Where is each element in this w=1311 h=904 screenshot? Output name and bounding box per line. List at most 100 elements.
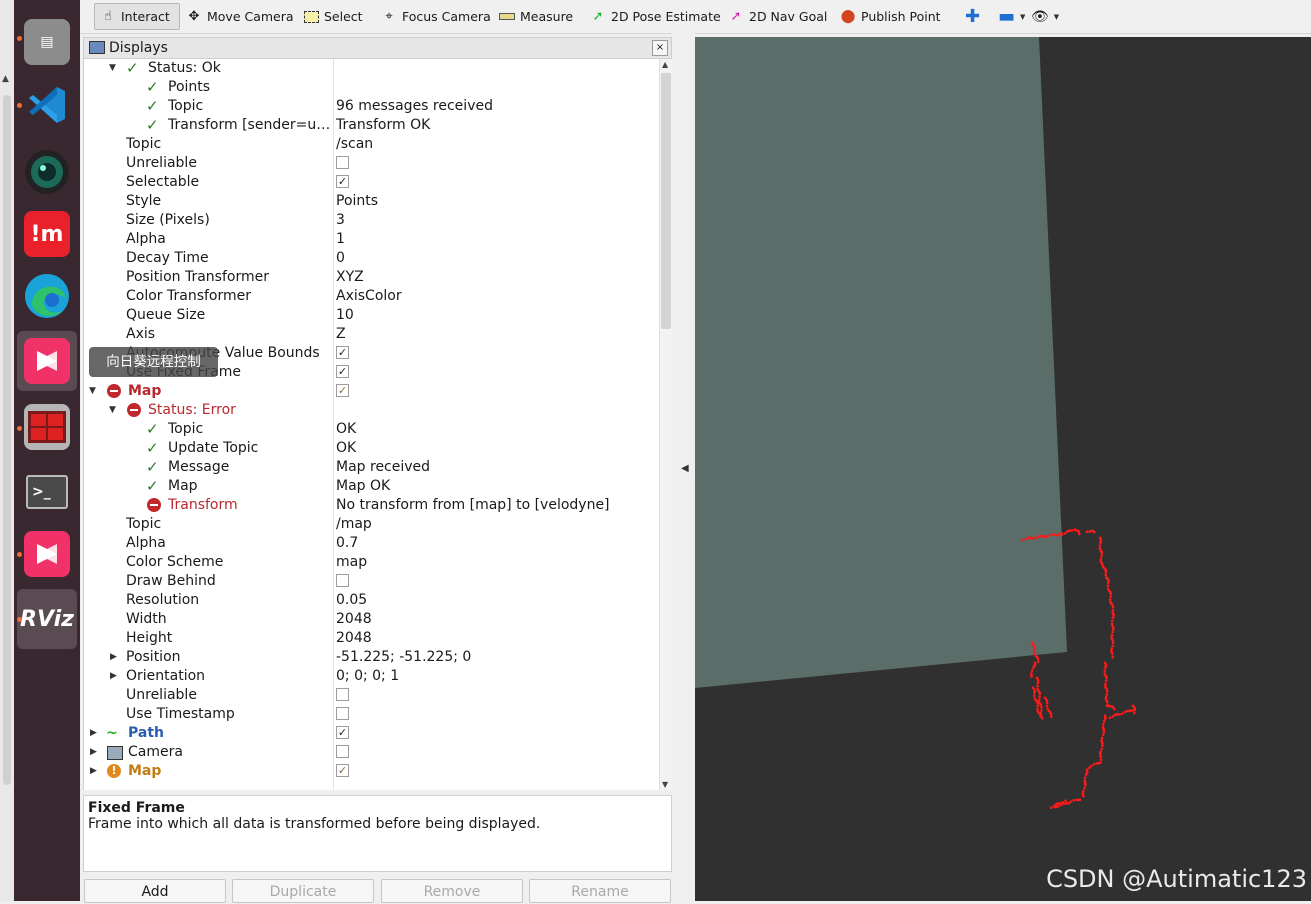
tree-row[interactable]: Position Transformer XYZ	[84, 268, 660, 287]
queue-size-value[interactable]: 10	[336, 306, 354, 325]
tree-row[interactable]: ▶ Orientation 0; 0; 0; 1	[84, 667, 660, 686]
position-transformer-value[interactable]: XYZ	[336, 268, 364, 287]
alpha-value[interactable]: 1	[336, 230, 345, 249]
topic-value[interactable]: /scan	[336, 135, 373, 154]
rename-button[interactable]: Rename	[529, 879, 671, 903]
color-transformer-value[interactable]: AxisColor	[336, 287, 402, 306]
autocompute-checkbox[interactable]: ✓	[336, 346, 349, 359]
select-tool[interactable]: Select	[298, 3, 368, 30]
expand-right-icon[interactable]: ▶	[110, 648, 117, 667]
tree-row[interactable]: Selectable ✓	[84, 173, 660, 192]
tree-row[interactable]: ▶! Map ✓	[84, 762, 660, 781]
expand-right-icon[interactable]: ▶	[90, 743, 97, 762]
expand-down-icon[interactable]: ▼	[109, 59, 116, 78]
tree-row[interactable]: ▼ ✓ Status: Ok	[84, 59, 660, 78]
add-tool-button[interactable]: ✚	[960, 3, 985, 30]
tree-row[interactable]: ✓ Update Topic OK	[84, 439, 660, 458]
tree-row[interactable]: ▼ Map ✓	[84, 382, 660, 401]
tree-row[interactable]: ▶ ~ Path ✓	[84, 724, 660, 743]
tree-row[interactable]: Resolution 0.05	[84, 591, 660, 610]
interact-tool[interactable]: ☝ Interact	[94, 3, 180, 30]
axis-value[interactable]: Z	[336, 325, 346, 344]
view-options-button[interactable]: 👁 ▼	[1026, 3, 1064, 30]
expand-down-icon[interactable]: ▼	[89, 382, 96, 401]
map-topic-value[interactable]: /map	[336, 515, 372, 534]
tree-row[interactable]: ✓ Map Map OK	[84, 477, 660, 496]
sunlogin-app-2[interactable]	[17, 524, 77, 584]
measure-tool[interactable]: Measure	[494, 3, 578, 30]
tree-row[interactable]: Style Points	[84, 192, 660, 211]
monitor-app[interactable]	[17, 397, 77, 457]
tree-row[interactable]: Alpha 0.7	[84, 534, 660, 553]
tree-row[interactable]: Unreliable	[84, 686, 660, 705]
tree-row[interactable]: Color Transformer AxisColor	[84, 287, 660, 306]
remove-button[interactable]: Remove	[381, 879, 523, 903]
unreliable-checkbox[interactable]	[336, 156, 349, 169]
selectable-checkbox[interactable]: ✓	[336, 175, 349, 188]
tree-scrollbar[interactable]: ▲ ▼	[659, 59, 673, 790]
remove-tool-button[interactable]: ▬ ▼	[993, 3, 1030, 30]
publish-point-tool[interactable]: ⬤ Publish Point	[835, 3, 946, 30]
decay-time-value[interactable]: 0	[336, 249, 345, 268]
expand-right-icon[interactable]: ▶	[90, 724, 97, 743]
mindmaster-app[interactable]: !m	[17, 204, 77, 264]
files-app[interactable]: ▤	[17, 12, 77, 72]
tree-row[interactable]: Topic/map	[84, 515, 660, 534]
3d-render-view[interactable]: CSDN @Autimatic123	[695, 37, 1311, 901]
map-unreliable-checkbox[interactable]	[336, 688, 349, 701]
map-enable-checkbox[interactable]: ✓	[336, 384, 349, 397]
dock-scrollbar[interactable]: ▲	[0, 0, 14, 901]
nav-goal-tool[interactable]: ➚ 2D Nav Goal	[723, 3, 832, 30]
expand-right-icon[interactable]: ▶	[90, 762, 97, 781]
use-timestamp-checkbox[interactable]	[336, 707, 349, 720]
expand-down-icon[interactable]: ▼	[109, 401, 116, 420]
tree-row[interactable]: ✓ Transform [sender=u… Transform OK	[84, 116, 660, 135]
sunlogin-app[interactable]	[17, 331, 77, 391]
tree-row[interactable]: Decay Time 0	[84, 249, 660, 268]
tree-row[interactable]: Height 2048	[84, 629, 660, 648]
tree-row[interactable]: ✓ Topic OK	[84, 420, 660, 439]
scroll-down-icon[interactable]: ▼	[662, 780, 668, 789]
panel-splitter[interactable]: ◀	[672, 33, 695, 901]
edge-app[interactable]	[17, 266, 77, 326]
collapse-left-icon[interactable]: ◀	[681, 463, 689, 474]
map-alpha-value[interactable]: 0.7	[336, 534, 358, 553]
tree-row[interactable]: ✓ Topic 96 messages received	[84, 97, 660, 116]
duplicate-button[interactable]: Duplicate	[232, 879, 374, 903]
camera-enable-checkbox[interactable]	[336, 745, 349, 758]
tree-row[interactable]: Queue Size 10	[84, 306, 660, 325]
scroll-thumb[interactable]	[3, 95, 11, 785]
tree-row[interactable]: ▼ Status: Error	[84, 401, 660, 420]
map2-enable-checkbox[interactable]: ✓	[336, 764, 349, 777]
tree-row[interactable]: Topic/scan	[84, 135, 660, 154]
tree-row[interactable]: Draw Behind	[84, 572, 660, 591]
focus-camera-tool[interactable]: ⌖ Focus Camera	[376, 3, 496, 30]
path-enable-checkbox[interactable]: ✓	[336, 726, 349, 739]
tree-row[interactable]: Color Scheme map	[84, 553, 660, 572]
tree-row[interactable]: ✓ Message Map received	[84, 458, 660, 477]
tree-row[interactable]: ▶ Camera	[84, 743, 660, 762]
scroll-up-icon[interactable]: ▲	[662, 60, 668, 69]
pose-estimate-tool[interactable]: ➚ 2D Pose Estimate	[585, 3, 726, 30]
tree-row[interactable]: Use Timestamp	[84, 705, 660, 724]
tree-row[interactable]: Axis Z	[84, 325, 660, 344]
use-fixed-frame-checkbox[interactable]: ✓	[336, 365, 349, 378]
tree-row[interactable]: ✓ Points	[84, 78, 660, 97]
terminal-app[interactable]: >_	[17, 462, 77, 522]
tree-row[interactable]: ▶ Position -51.225; -51.225; 0	[84, 648, 660, 667]
move-camera-tool[interactable]: ✥ Move Camera	[181, 3, 299, 30]
tree-row[interactable]: Unreliable	[84, 154, 660, 173]
vscode-app[interactable]	[17, 75, 77, 135]
tree-row[interactable]: Size (Pixels) 3	[84, 211, 660, 230]
close-icon[interactable]: ×	[652, 40, 668, 56]
draw-behind-checkbox[interactable]	[336, 574, 349, 587]
color-scheme-value[interactable]: map	[336, 553, 367, 572]
tree-row[interactable]: Alpha 1	[84, 230, 660, 249]
add-button[interactable]: Add	[84, 879, 226, 903]
camera-app[interactable]	[17, 142, 77, 202]
expand-right-icon[interactable]: ▶	[110, 667, 117, 686]
style-value[interactable]: Points	[336, 192, 378, 211]
scroll-thumb[interactable]	[661, 73, 671, 329]
tree-row[interactable]: Transform No transform from [map] to [vel…	[84, 496, 660, 515]
size-value[interactable]: 3	[336, 211, 345, 230]
